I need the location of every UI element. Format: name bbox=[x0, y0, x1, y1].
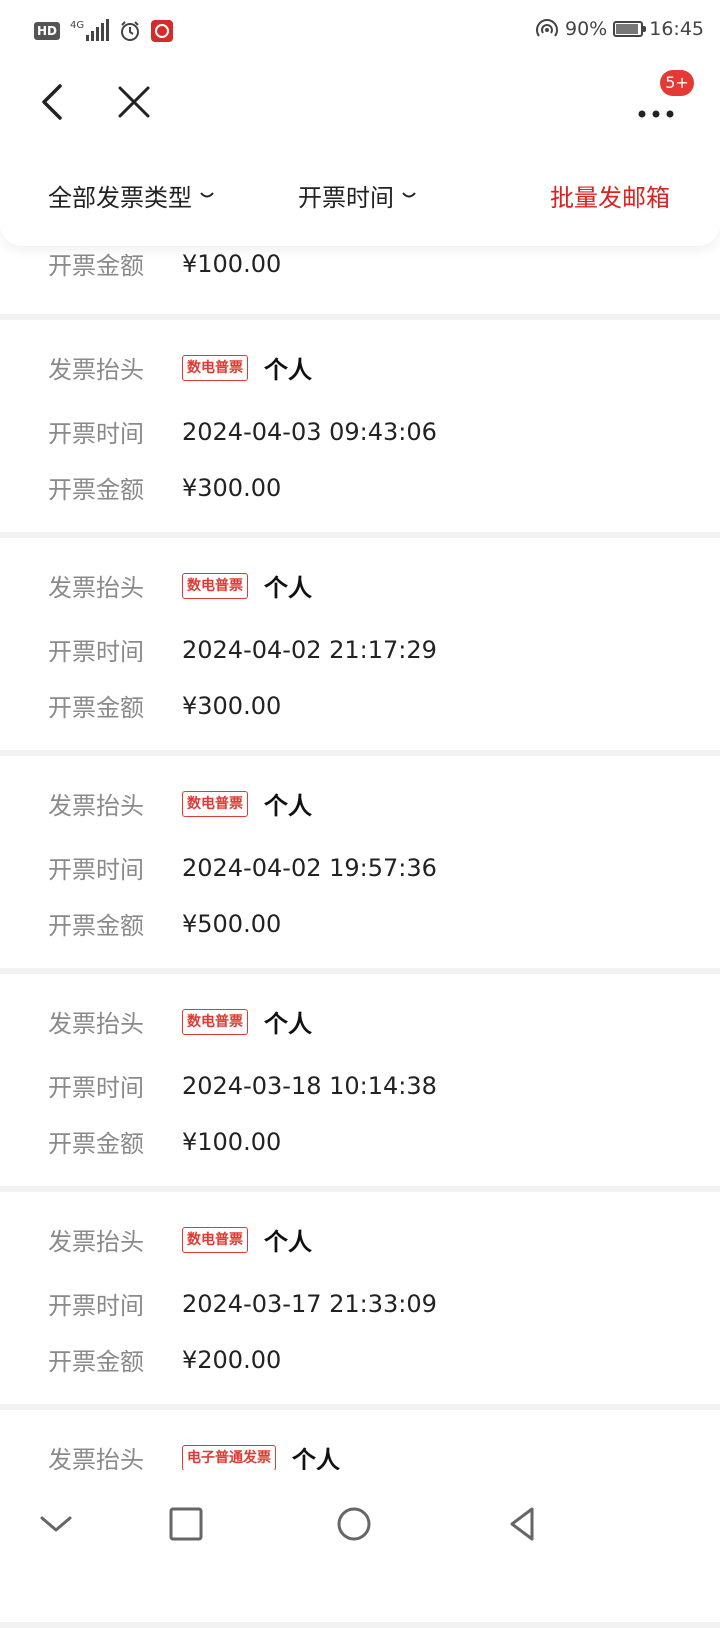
amount-value: ¥300.00 bbox=[182, 691, 282, 720]
status-right: 90% 16:45 bbox=[535, 18, 704, 40]
collapse-chevron-icon[interactable] bbox=[34, 1502, 78, 1546]
system-nav-bar bbox=[0, 1470, 720, 1600]
holder-value: 个人 bbox=[264, 1228, 312, 1256]
invoice-card[interactable]: 发票抬头 数电普票 个人 开票时间 2024-03-18 10:14:38 开票… bbox=[0, 974, 720, 1192]
holder-value: 个人 bbox=[264, 574, 312, 602]
holder-value: 个人 bbox=[264, 356, 312, 384]
filter-bar: 全部发票类型 开票时间 批量发邮箱 bbox=[0, 142, 720, 246]
chevron-left-icon[interactable] bbox=[30, 78, 78, 126]
hd-icon: HD bbox=[34, 22, 61, 40]
time-row: 开票时间 2024-04-02 21:17:29 bbox=[48, 632, 437, 667]
holder-row: 发票抬头 数电普票 个人 bbox=[48, 786, 312, 821]
home-circle-icon[interactable] bbox=[332, 1502, 376, 1546]
hotspot-icon bbox=[536, 19, 558, 37]
amount-row: 开票金额 ¥100.00 bbox=[48, 246, 281, 281]
battery-icon bbox=[613, 21, 647, 37]
amount-label: 开票金额 bbox=[48, 476, 144, 504]
invoice-type-tag: 数电普票 bbox=[182, 354, 248, 381]
holder-label: 发票抬头 bbox=[48, 356, 144, 384]
time-row: 开票时间 2024-04-03 09:43:06 bbox=[48, 414, 437, 449]
time-label: 开票时间 bbox=[48, 638, 144, 666]
holder-label: 发票抬头 bbox=[48, 1010, 144, 1038]
invoice-card[interactable]: 发票抬头 数电普票 个人 开票时间 2024-04-02 21:17:29 开票… bbox=[0, 538, 720, 756]
time-label: 开票时间 bbox=[48, 856, 144, 884]
time-row: 开票时间 2024-04-02 19:57:36 bbox=[48, 850, 437, 885]
notification-badge: 5+ bbox=[660, 70, 694, 96]
amount-value: ¥100.00 bbox=[182, 1127, 282, 1156]
holder-label: 发票抬头 bbox=[48, 574, 144, 602]
invoice-card[interactable]: 发票抬头 数电普票 个人 开票时间 2024-03-17 21:33:09 开票… bbox=[0, 1192, 720, 1410]
holder-row: 发票抬头 数电普票 个人 bbox=[48, 350, 312, 385]
amount-value: ¥500.00 bbox=[182, 909, 282, 938]
amount-row: 开票金额 ¥200.00 bbox=[48, 1342, 281, 1377]
app-notification-icon bbox=[151, 20, 174, 42]
amount-value: ¥100.00 bbox=[182, 249, 282, 278]
chevron-down-icon bbox=[402, 191, 416, 197]
time-value: 2024-04-02 21:17:29 bbox=[182, 635, 437, 664]
recents-square-icon[interactable] bbox=[164, 1502, 208, 1546]
back-triangle-icon[interactable] bbox=[500, 1502, 544, 1546]
amount-label: 开票金额 bbox=[48, 694, 144, 722]
status-left: HD 4G bbox=[34, 19, 174, 42]
time-label: 开票时间 bbox=[48, 420, 144, 448]
amount-value: ¥300.00 bbox=[182, 473, 282, 502]
holder-value: 个人 bbox=[264, 792, 312, 820]
time-value: 2024-04-02 19:57:36 bbox=[182, 853, 437, 882]
amount-row: 开票金额 ¥500.00 bbox=[48, 906, 281, 941]
invoice-type-filter[interactable]: 全部发票类型 bbox=[48, 178, 214, 213]
amount-row: 开票金额 ¥300.00 bbox=[48, 688, 281, 723]
amount-value: ¥200.00 bbox=[182, 1345, 282, 1374]
invoice-type-tag: 数电普票 bbox=[182, 572, 248, 599]
holder-row: 发票抬头 数电普票 个人 bbox=[48, 1004, 312, 1039]
time-value: 2024-03-18 10:14:38 bbox=[182, 1071, 437, 1100]
invoice-card[interactable]: 发票抬头 数电普票 个人 开票时间 2024-04-03 09:43:06 开票… bbox=[0, 320, 720, 538]
amount-row: 开票金额 ¥100.00 bbox=[48, 1124, 281, 1159]
battery-percent: 90% bbox=[565, 18, 608, 40]
invoice-type-tag: 数电普票 bbox=[182, 1226, 248, 1253]
holder-value: 个人 bbox=[264, 1010, 312, 1038]
amount-row: 开票金额 ¥300.00 bbox=[48, 470, 281, 505]
invoice-type-tag: 数电普票 bbox=[182, 1008, 248, 1035]
nav-bar: 5+ bbox=[0, 62, 720, 142]
amount-label: 开票金额 bbox=[48, 252, 144, 280]
signal-icon: 4G bbox=[70, 19, 110, 41]
invoice-list: 开票金额 ¥100.00 发票抬头 数电普票 个人 开票时间 2024-04-0… bbox=[0, 230, 720, 1628]
chevron-down-icon bbox=[200, 191, 214, 197]
time-row: 开票时间 2024-03-17 21:33:09 bbox=[48, 1286, 437, 1321]
holder-label: 发票抬头 bbox=[48, 792, 144, 820]
amount-label: 开票金额 bbox=[48, 912, 144, 940]
alarm-icon bbox=[121, 21, 140, 41]
time-label: 开票时间 bbox=[48, 1292, 144, 1320]
amount-label: 开票金额 bbox=[48, 1130, 144, 1158]
amount-label: 开票金额 bbox=[48, 1348, 144, 1376]
time-row: 开票时间 2024-03-18 10:14:38 bbox=[48, 1068, 437, 1103]
network-type: 4G bbox=[70, 20, 85, 31]
holder-label: 发票抬头 bbox=[48, 1228, 144, 1256]
time-value: 2024-04-03 09:43:06 bbox=[182, 417, 437, 446]
holder-row: 发票抬头 数电普票 个人 bbox=[48, 568, 312, 603]
invoice-card[interactable]: 发票抬头 数电普票 个人 开票时间 2024-04-02 19:57:36 开票… bbox=[0, 756, 720, 974]
invoice-type-tag: 电子普通发票 bbox=[182, 1444, 276, 1471]
invoice-time-filter-label: 开票时间 bbox=[298, 184, 394, 212]
close-icon[interactable] bbox=[110, 78, 158, 126]
invoice-time-filter[interactable]: 开票时间 bbox=[298, 178, 416, 213]
time-label: 开票时间 bbox=[48, 1074, 144, 1102]
holder-row: 发票抬头 数电普票 个人 bbox=[48, 1222, 312, 1257]
time-value: 2024-03-17 21:33:09 bbox=[182, 1289, 437, 1318]
invoice-type-tag: 数电普票 bbox=[182, 790, 248, 817]
clock: 16:45 bbox=[649, 18, 704, 40]
batch-email-button[interactable]: 批量发邮箱 bbox=[550, 178, 670, 213]
status-bar: HD 4G 90% 16:45 bbox=[0, 0, 720, 62]
invoice-type-filter-label: 全部发票类型 bbox=[48, 184, 192, 212]
